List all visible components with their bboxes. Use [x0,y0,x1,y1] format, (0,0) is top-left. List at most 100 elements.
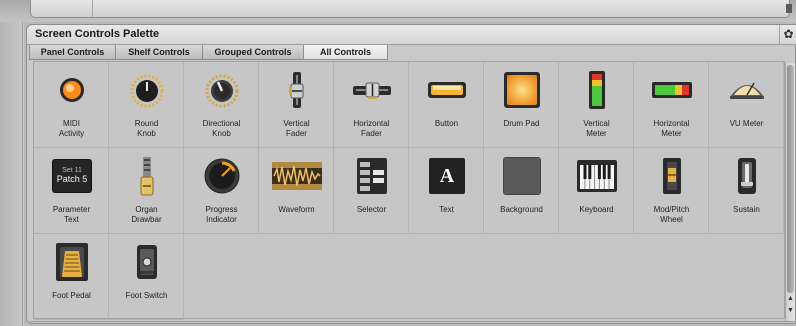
control-label: Drum Pad [503,119,540,128]
control-vu-meter[interactable]: VU Meter [709,62,784,148]
progress-indicator-icon [201,155,243,197]
control-label: Mod/Pitch [653,205,690,214]
control-vertical-fader[interactable]: Vertical Fader [259,62,334,148]
tab-shelf-controls[interactable]: Shelf Controls [116,45,203,60]
vertical-scrollbar[interactable]: ▲ ▼ [785,63,795,321]
control-label: VU Meter [729,119,764,128]
background-swatch [503,157,541,195]
control-label: Button [434,119,459,128]
control-label: Waveform [278,205,315,214]
palette-titlebar: Screen Controls Palette ✿ [27,25,796,45]
control-label: Round [134,119,159,128]
control-label: Wheel [660,215,683,224]
control-label: Foot Switch [125,291,168,300]
control-horizontal-fader[interactable]: Horizontal Fader [334,62,409,148]
control-label: Meter [661,129,682,138]
control-label: Text [64,215,79,224]
control-parameter-text[interactable]: Set 11 Patch 5 Parameter Text [34,148,109,234]
vertical-meter-icon [576,69,618,111]
control-label: Text [439,205,454,214]
control-foot-pedal[interactable]: Foot Pedal [34,234,109,320]
bottom-divider [30,321,796,322]
control-label: MIDI [63,119,80,128]
control-label: Meter [586,129,607,138]
control-selector[interactable]: Selector [334,148,409,234]
control-label: Selector [356,205,387,214]
button-icon [426,69,468,111]
vu-meter-icon [726,69,768,111]
controls-grid: MIDI Activity Round Knob Directional Knob V… [33,61,785,320]
control-drum-pad[interactable]: Drum Pad [484,62,559,148]
top-toolbar [30,0,790,18]
control-background[interactable]: Background [484,148,559,234]
control-label: Horizontal [653,119,690,128]
scroll-up-arrow-icon[interactable]: ▲ [786,295,795,307]
selector-icon [351,155,393,197]
control-label: Background [500,205,543,214]
foot-switch-icon [126,241,168,283]
control-directional-knob[interactable]: Directional Knob [184,62,259,148]
text-icon: A [426,155,468,197]
parameter-text-line2: Patch 5 [56,174,88,184]
vertical-fader-icon [276,69,318,111]
control-label: Drawbar [131,215,162,224]
control-sustain[interactable]: Sustain [709,148,784,234]
control-text[interactable]: A Text [409,148,484,234]
scroll-down-arrow-icon[interactable]: ▼ [786,307,795,319]
control-label: Activity [58,129,85,138]
drum-pad-icon [501,69,543,111]
control-keyboard[interactable]: Keyboard [559,148,634,234]
control-horizontal-meter[interactable]: Horizontal Meter [634,62,709,148]
scrollbar-thumb[interactable] [787,65,794,293]
control-round-knob[interactable]: Round Knob [109,62,184,148]
gear-icon[interactable]: ✿ [779,25,796,44]
waveform-icon [271,155,323,197]
control-label: Vertical [583,119,610,128]
left-panel-edge [0,22,24,326]
control-label: Sustain [733,205,760,214]
palette-tabs: Panel Controls Shelf Controls Grouped Co… [29,45,388,60]
window-corner [786,4,792,13]
control-label: Knob [137,129,156,138]
control-label: Horizontal [353,119,390,128]
parameter-text-preview: Set 11 Patch 5 [52,159,92,193]
control-waveform[interactable]: Waveform [259,148,334,234]
control-organ-drawbar[interactable]: Organ Drawbar [109,148,184,234]
control-label: Fader [361,129,382,138]
mod-pitch-wheel-icon [651,155,693,197]
control-label: Vertical [283,119,310,128]
foot-pedal-icon [51,241,93,283]
top-strip [0,0,796,22]
control-foot-switch[interactable]: Foot Switch [109,234,184,320]
control-label: Keyboard [579,205,614,214]
control-label: Knob [212,129,231,138]
control-label: Parameter [52,205,91,214]
background-icon [501,155,543,197]
control-vertical-meter[interactable]: Vertical Meter [559,62,634,148]
parameter-text-icon: Set 11 Patch 5 [51,155,93,197]
organ-drawbar-icon [126,155,168,197]
tab-panel-controls[interactable]: Panel Controls [29,45,116,60]
midi-activity-icon [51,69,93,111]
horizontal-meter-icon [651,69,693,111]
control-label: Directional [202,119,241,128]
control-midi-activity[interactable]: MIDI Activity [34,62,109,148]
control-progress-indicator[interactable]: Progress Indicator [184,148,259,234]
top-toolbar-segment [65,0,93,17]
palette-title: Screen Controls Palette [35,28,160,40]
text-preview-letter: A [429,158,465,194]
sustain-icon [726,155,768,197]
tab-all-controls[interactable]: All Controls [304,45,388,60]
keyboard-icon [576,155,618,197]
control-label: Progress [205,205,238,214]
control-mod-pitch-wheel[interactable]: Mod/Pitch Wheel [634,148,709,234]
control-label: Fader [286,129,307,138]
tab-grouped-controls[interactable]: Grouped Controls [203,45,304,60]
screen-controls-palette: Screen Controls Palette ✿ Panel Controls… [26,24,796,324]
control-button[interactable]: Button [409,62,484,148]
horizontal-fader-icon [351,69,393,111]
control-label: Indicator [206,215,237,224]
control-label: Foot Pedal [52,291,91,300]
directional-knob-icon [201,69,243,111]
divider [22,22,23,326]
